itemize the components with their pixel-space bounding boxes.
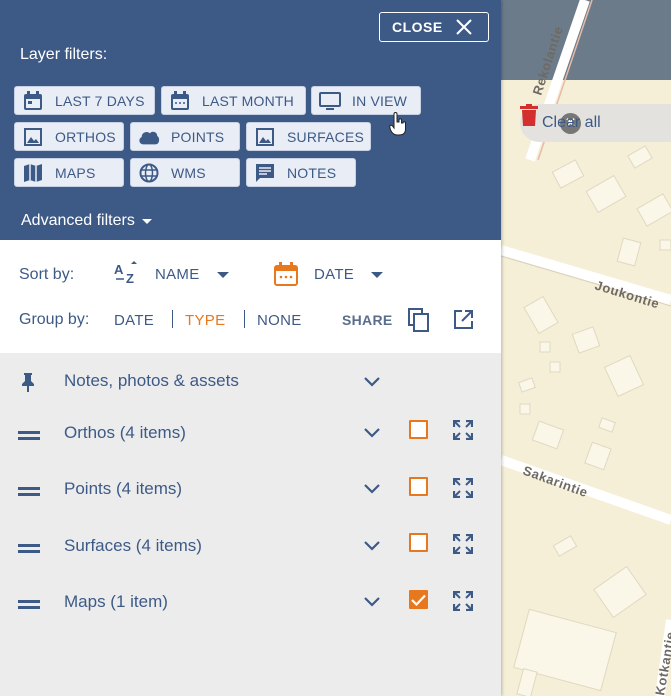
globe-icon bbox=[138, 162, 160, 184]
svg-text:A: A bbox=[114, 262, 124, 277]
sort-group-section: Sort by: AZ NAME DATE Group by: DATE TYP… bbox=[0, 240, 501, 353]
fullscreen-icon[interactable] bbox=[452, 477, 474, 503]
sort-date-label: DATE bbox=[314, 266, 355, 283]
sort-name-dropdown[interactable]: AZ NAME bbox=[114, 260, 234, 290]
sort-az-icon: AZ bbox=[114, 261, 142, 292]
chip-label: LAST 7 DAYS bbox=[55, 92, 145, 109]
filter-chip-surfaces[interactable]: SURFACES bbox=[246, 122, 371, 151]
close-button[interactable]: CLOSE bbox=[379, 12, 489, 42]
clear-all-label: Clear all bbox=[542, 114, 601, 131]
sort-date-dropdown[interactable]: DATE bbox=[274, 260, 394, 290]
layer-group-notes[interactable]: Notes, photos & assets bbox=[0, 353, 501, 409]
caret-down-icon bbox=[141, 218, 152, 224]
layer-group-label: Orthos (4 items) bbox=[64, 423, 186, 442]
filter-chip-points[interactable]: POINTS bbox=[130, 122, 240, 151]
filter-chip-notes[interactable]: NOTES bbox=[246, 158, 356, 187]
layer-panel: CLOSE Layer filters: LAST 7 DAYS LAST MO… bbox=[0, 0, 501, 696]
sort-name-label: NAME bbox=[155, 266, 200, 283]
chevron-down-icon[interactable] bbox=[363, 482, 381, 500]
chip-label: IN VIEW bbox=[352, 92, 408, 109]
layer-visibility-checkbox[interactable] bbox=[409, 477, 428, 496]
layer-group-maps[interactable]: Maps (1 item) bbox=[0, 573, 501, 629]
close-icon bbox=[456, 19, 472, 35]
close-label: CLOSE bbox=[392, 19, 443, 35]
chevron-down-icon[interactable] bbox=[363, 426, 381, 444]
copy-icon[interactable] bbox=[408, 308, 430, 337]
chip-label: MAPS bbox=[55, 164, 96, 181]
chevron-down-icon[interactable] bbox=[363, 375, 381, 393]
drag-handle-icon[interactable] bbox=[18, 484, 40, 502]
calendar-icon bbox=[169, 90, 191, 112]
drag-handle-icon[interactable] bbox=[18, 541, 40, 559]
drag-handle-icon[interactable] bbox=[18, 428, 40, 446]
group-option-none[interactable]: NONE bbox=[257, 312, 302, 329]
layer-group-label: Maps (1 item) bbox=[64, 592, 168, 611]
layer-visibility-checkbox[interactable] bbox=[409, 420, 428, 439]
note-icon bbox=[254, 162, 276, 184]
filter-chip-maps[interactable]: MAPS bbox=[14, 158, 124, 187]
fullscreen-icon[interactable] bbox=[452, 419, 474, 445]
image-icon bbox=[254, 126, 276, 148]
group-by-label: Group by: bbox=[19, 311, 90, 328]
calendar-icon bbox=[22, 90, 44, 112]
hand-cursor-icon bbox=[389, 112, 406, 136]
chip-label: WMS bbox=[171, 164, 206, 181]
advanced-filters-toggle[interactable]: Advanced filters bbox=[21, 212, 152, 230]
chip-label: ORTHOS bbox=[55, 128, 116, 145]
layer-group-surfaces[interactable]: Surfaces (4 items) bbox=[0, 517, 501, 573]
filter-header: CLOSE Layer filters: LAST 7 DAYS LAST MO… bbox=[0, 0, 501, 240]
filter-chip-wms[interactable]: WMS bbox=[130, 158, 240, 187]
filter-chip-last-month[interactable]: LAST MONTH bbox=[161, 86, 306, 115]
filter-chip-last-7-days[interactable]: LAST 7 DAYS bbox=[14, 86, 155, 115]
fullscreen-icon[interactable] bbox=[452, 533, 474, 559]
layer-visibility-checkbox[interactable] bbox=[409, 533, 428, 552]
open-external-icon[interactable] bbox=[453, 309, 474, 335]
cloud-icon bbox=[138, 126, 160, 148]
divider bbox=[172, 310, 173, 328]
chip-label: POINTS bbox=[171, 128, 225, 145]
chip-label: SURFACES bbox=[287, 128, 365, 145]
chevron-down-icon[interactable] bbox=[363, 539, 381, 557]
svg-text:Z: Z bbox=[126, 271, 134, 286]
drag-handle-icon[interactable] bbox=[18, 597, 40, 615]
group-option-date[interactable]: DATE bbox=[114, 312, 154, 329]
map-icon bbox=[22, 162, 44, 184]
pin-icon bbox=[18, 372, 38, 397]
layer-group-label: Surfaces (4 items) bbox=[64, 536, 202, 555]
clear-all-button[interactable]: Clear all ✕ bbox=[520, 104, 671, 142]
fullscreen-icon[interactable] bbox=[452, 590, 474, 616]
checkmark-icon bbox=[411, 594, 426, 606]
image-icon bbox=[22, 126, 44, 148]
share-label: SHARE bbox=[342, 312, 393, 328]
layer-group-label: Points (4 items) bbox=[64, 479, 183, 498]
layer-visibility-checkbox[interactable] bbox=[409, 590, 428, 609]
chevron-down-icon[interactable] bbox=[363, 595, 381, 613]
filter-chip-in-view[interactable]: IN VIEW bbox=[311, 86, 421, 115]
layer-group-points[interactable]: Points (4 items) bbox=[0, 461, 501, 517]
chip-label: LAST MONTH bbox=[202, 92, 294, 109]
sort-by-label: Sort by: bbox=[19, 266, 75, 283]
filter-chip-orthos[interactable]: ORTHOS bbox=[14, 122, 124, 151]
caret-down-icon bbox=[371, 272, 383, 278]
group-option-type[interactable]: TYPE bbox=[185, 312, 225, 329]
calendar-icon bbox=[274, 262, 298, 291]
divider bbox=[244, 310, 245, 328]
layer-filters-title: Layer filters: bbox=[20, 46, 108, 63]
layer-group-orthos[interactable]: Orthos (4 items) bbox=[0, 405, 501, 461]
caret-down-icon bbox=[217, 272, 229, 278]
layer-group-label: Notes, photos & assets bbox=[64, 371, 239, 390]
chip-label: NOTES bbox=[287, 164, 337, 181]
monitor-icon bbox=[319, 90, 341, 112]
advanced-filters-label: Advanced filters bbox=[21, 212, 135, 229]
